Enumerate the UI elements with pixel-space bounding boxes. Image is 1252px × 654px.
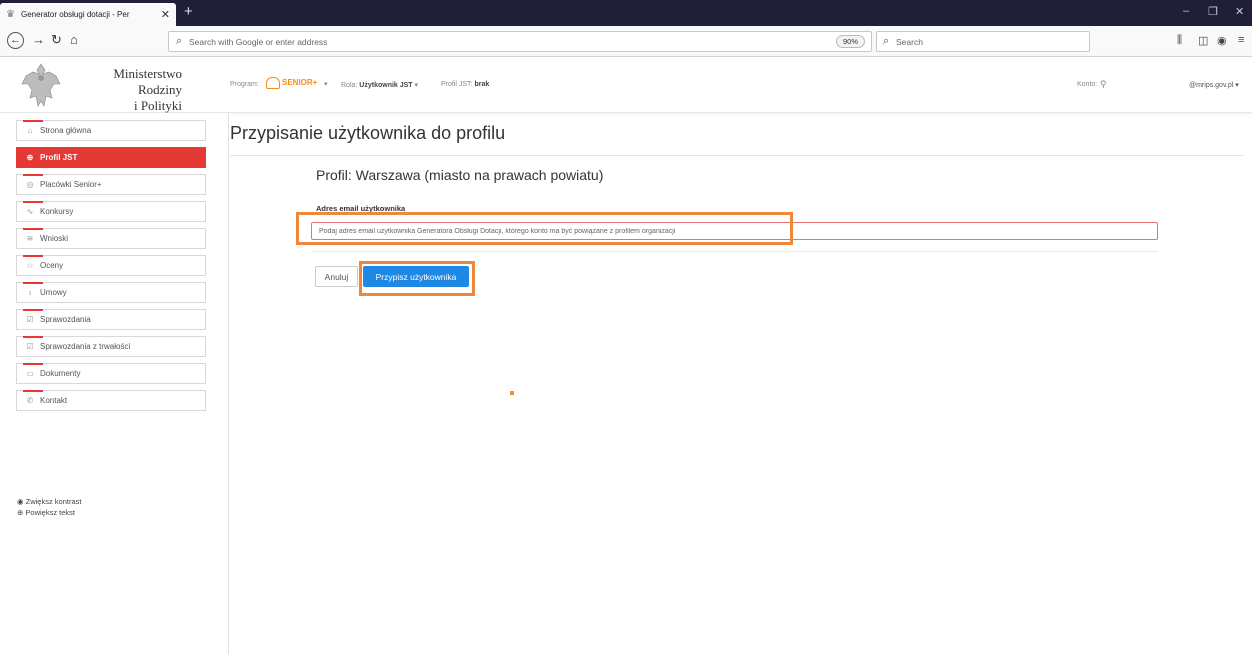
sidebar-item-label: Oceny [40,261,64,270]
maximize-icon[interactable]: ❐ [1208,5,1218,18]
search-bar[interactable]: ⌕ Search [876,31,1090,52]
sidebar-item-dokumenty[interactable]: ▭ Dokumenty [16,363,206,384]
profile-info: Profil JST: brak [441,81,489,88]
cursor-marker [510,391,514,395]
role-dropdown-icon: ▾ [414,82,419,89]
account-email: @mrips.gov.pl [1189,82,1234,89]
eagle-emblem-icon [21,63,61,107]
sidebar-item-label: Konkursy [40,207,74,216]
checkbox-icon: ☑ [26,315,34,324]
home-icon: ⌂ [27,126,33,135]
phone-icon: ✆ [26,396,34,405]
app-header: Ministerstwo Rodziny i Polityki Społeczn… [0,57,1252,129]
close-tab-icon[interactable]: ✕ [161,8,170,21]
sidebar-item-label: Kontakt [40,396,68,405]
program-selector[interactable]: SENIOR+ [266,77,317,89]
sidebar-item-label: Wnioski [40,234,69,243]
award-icon: ♁ [27,288,33,297]
library-icon[interactable]: ⫼ [1177,34,1182,47]
search-icon: ⌕ [176,35,183,47]
senior-logo-icon [266,77,280,89]
close-window-icon[interactable]: ✕ [1235,5,1244,18]
sidebar-item-label: Sprawozdania [40,315,91,324]
role-label: Rola: [341,82,358,89]
user-icon[interactable]: ⚲ [1100,79,1107,90]
profile-value: brak [474,81,490,88]
sidebar-item-profil-jst[interactable]: ⊕ Profil JST [16,147,206,168]
text-size-toggle[interactable]: ⊕ Powiększ tekst [17,508,75,517]
search-icon: ⌕ [883,35,890,47]
sidebar-item-wnioski[interactable]: ≋ Wnioski [16,228,206,249]
form-divider [311,251,1158,252]
browser-tab[interactable]: ♛ Generator obsługi dotacji - Per ✕ [0,3,176,26]
home-browser-icon[interactable]: ⌂ [70,33,78,47]
forward-icon[interactable]: → [32,33,45,47]
address-bar[interactable]: ⌕ Search with Google or enter address 90… [168,31,872,52]
profile-label: Profil JST: [441,81,473,88]
browser-nav-bar: ← → ↻ ⌂ ⌕ Search with Google or enter ad… [0,26,1252,57]
pulse-icon: ∿ [26,207,34,216]
checkbox-icon: ☑ [26,342,34,351]
account-label: Konto: [1077,81,1098,88]
contrast-label: Zwiększ kontrast [25,497,82,506]
sidebar: ⌂ Strona główna ⊕ Profil JST ◎ Placówki … [0,113,229,654]
role-value: Użytkownik JST [359,82,413,89]
contrast-toggle[interactable]: ◉ Zwiększ kontrast [17,497,82,506]
sidebar-item-strona-glowna[interactable]: ⌂ Strona główna [16,120,206,141]
reload-icon[interactable]: ↻ [51,33,62,47]
star-icon: ☆ [26,261,34,270]
zoom-level[interactable]: 90% [835,35,865,48]
profile-heading: Profil: Warszawa (miasto na prawach powi… [316,167,604,183]
menu-icon[interactable]: ≡ [1238,34,1244,46]
sidebar-item-oceny[interactable]: ☆ Oceny [16,255,206,276]
sidebar-item-placowki-senior[interactable]: ◎ Placówki Senior+ [16,174,206,195]
sidebar-item-label: Umowy [40,288,67,297]
text-size-label: Powiększ tekst [25,508,75,517]
ministry-line-1: Ministerstwo Rodziny [113,66,182,97]
program-dropdown-icon[interactable]: ▾ [324,80,328,88]
sidebar-item-label: Dokumenty [40,369,81,378]
sidebar-item-label: Placówki Senior+ [40,180,102,189]
role-selector[interactable]: Rola: Użytkownik JST ▾ [341,81,418,89]
page-title: Przypisanie użytkownika do profilu [230,123,506,143]
email-field-highlight [296,212,793,245]
site-favicon-icon: ♛ [6,8,15,20]
program-value: SENIOR+ [282,78,318,88]
account-dropdown-icon: ▾ [1235,82,1239,89]
sidebar-item-label: Sprawozdania z trwałości [40,342,131,351]
sidebar-item-sprawozdania-z-trwalosci[interactable]: ☑ Sprawozdania z trwałości [16,336,206,357]
back-icon[interactable]: ← [7,32,24,49]
minimize-icon[interactable]: – [1183,5,1189,17]
sidebar-item-kontakt[interactable]: ✆ Kontakt [16,390,206,411]
globe-icon: ⊕ [26,153,34,162]
folder-icon: ▭ [26,369,34,378]
address-placeholder: Search with Google or enter address [189,37,328,47]
account-menu[interactable]: @mrips.gov.pl ▾ [1189,81,1239,89]
sidebar-item-label: Strona główna [40,126,92,135]
sidebar-item-sprawozdania[interactable]: ☑ Sprawozdania [16,309,206,330]
zoom-icon: ⊕ [17,508,24,517]
building-icon: ◎ [26,180,34,189]
title-divider [230,155,1244,156]
search-placeholder: Search [896,37,923,47]
sidebar-toggle-icon[interactable]: ◫ [1198,34,1208,47]
eye-icon: ◉ [17,497,24,506]
sidebar-item-konkursy[interactable]: ∿ Konkursy [16,201,206,222]
new-tab-icon[interactable]: + [184,3,193,21]
program-label: Program: [230,81,259,88]
tab-title: Generator obsługi dotacji - Per [21,10,130,19]
sidebar-item-label: Profil JST [40,153,78,162]
assign-button-highlight [359,261,475,296]
browser-tab-bar: ♛ Generator obsługi dotacji - Per ✕ + – … [0,0,1252,26]
cancel-button[interactable]: Anuluj [315,266,358,287]
account-icon[interactable]: ◉ [1217,34,1227,47]
sidebar-item-umowy[interactable]: ♁ Umowy [16,282,206,303]
layers-icon: ≋ [26,234,34,243]
